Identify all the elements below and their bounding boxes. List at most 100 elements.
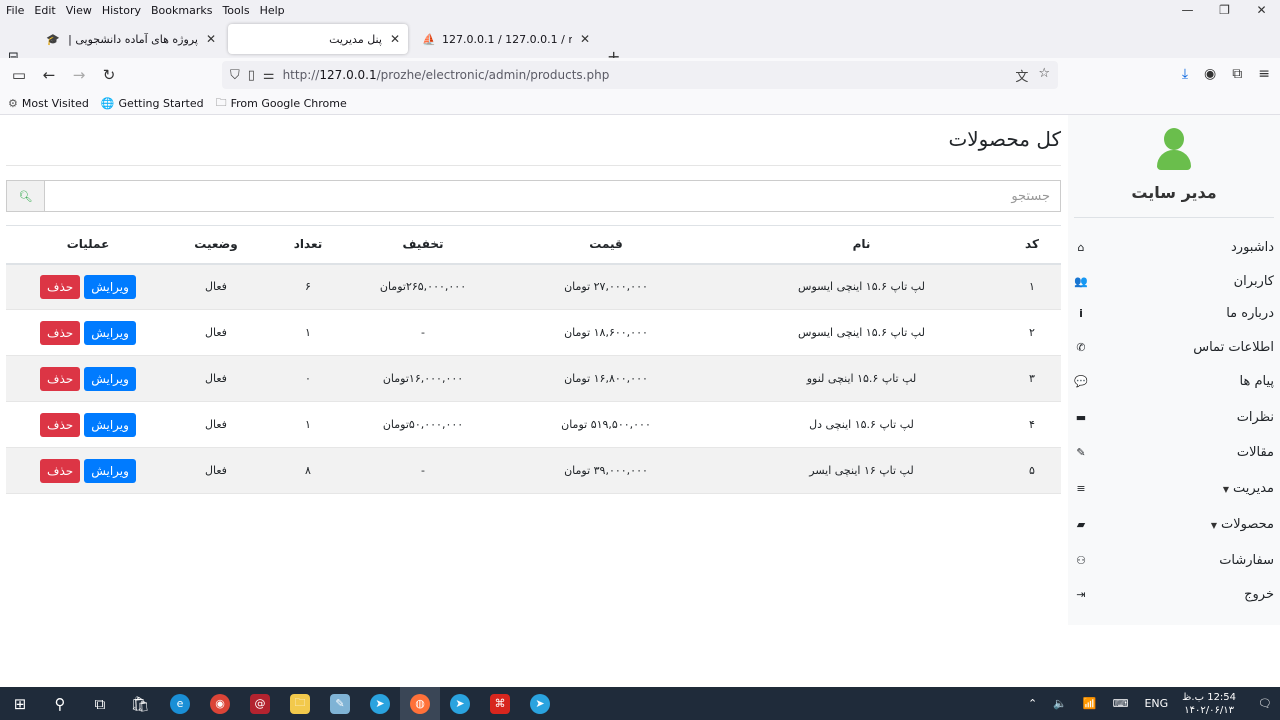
minimize-icon[interactable]: — bbox=[1169, 0, 1206, 20]
tab-projects[interactable]: 🎓 پروژه های آماده دانشجویی | دانلو ✕ bbox=[38, 24, 224, 54]
search-input[interactable] bbox=[45, 180, 1061, 212]
back-icon[interactable]: ← bbox=[34, 66, 64, 84]
nav-bar: ▭ ← → ↻ ⛉ ▯ ⚌ http://127.0.0.1/prozhe/el… bbox=[0, 58, 1280, 92]
search-button[interactable]: 🔍︎ bbox=[6, 180, 45, 212]
edit-button[interactable]: ویرایش bbox=[84, 366, 136, 391]
status-badge: فعال bbox=[170, 263, 262, 310]
restore-icon[interactable]: ❐ bbox=[1206, 0, 1243, 20]
page-icon: ▯ bbox=[247, 67, 255, 83]
extensions-icon[interactable]: ⧉ bbox=[1232, 66, 1242, 82]
star-icon[interactable]: ☆ bbox=[1038, 66, 1050, 85]
file-explorer-icon[interactable]: 🗀 bbox=[280, 687, 320, 720]
sidebar-item-logout[interactable]: خروج ⇥ bbox=[1074, 581, 1274, 607]
home-icon: ⌂ bbox=[1077, 240, 1085, 254]
bookmark-label: From Google Chrome bbox=[230, 96, 347, 110]
notepad-icon[interactable]: ✎ bbox=[320, 687, 360, 720]
delete-button[interactable]: حذف bbox=[40, 412, 81, 437]
bookmark-getting-started[interactable]: 🌐 Getting Started bbox=[101, 97, 204, 110]
cell-actions: ویرایشحذف bbox=[6, 263, 170, 310]
close-tab-icon[interactable]: ✕ bbox=[580, 32, 590, 46]
chevron-up-icon[interactable]: ⌃ bbox=[1028, 697, 1037, 710]
permissions-icon[interactable]: ⚌ bbox=[263, 68, 275, 83]
close-icon[interactable]: ✕ bbox=[1243, 0, 1280, 20]
clock[interactable]: 12:54 ب.ظ ۱۴۰۲/۰۶/۱۳ bbox=[1182, 691, 1236, 717]
cell-discount: ۱۶,۰۰۰,۰۰۰تومان bbox=[354, 355, 492, 402]
sidebar-item-messages[interactable]: پیام ها 💬 bbox=[1074, 368, 1274, 394]
notification-icon[interactable]: 🗨 bbox=[1258, 697, 1272, 710]
telegram-icon[interactable]: ➤ bbox=[440, 687, 480, 720]
sidebar-toggle-icon[interactable]: ▭ bbox=[4, 66, 34, 84]
edge-icon[interactable]: e bbox=[160, 687, 200, 720]
telegram-icon[interactable]: ➤ bbox=[360, 687, 400, 720]
sidebar-item-articles[interactable]: مقالات ✎ bbox=[1074, 439, 1274, 465]
menu-bookmarks[interactable]: Bookmarks bbox=[147, 4, 216, 17]
language-indicator[interactable]: ENG bbox=[1144, 697, 1168, 710]
keyboard-icon[interactable]: ⌨ bbox=[1113, 697, 1129, 710]
sidebar-item-about[interactable]: درباره ما i bbox=[1074, 300, 1274, 326]
delete-button[interactable]: حذف bbox=[40, 366, 81, 391]
menu-edit[interactable]: Edit bbox=[30, 4, 59, 17]
menu-history[interactable]: History bbox=[98, 4, 145, 17]
wifi-icon[interactable]: 📶 bbox=[1083, 697, 1097, 710]
search-icon[interactable]: ⚲ bbox=[40, 687, 80, 720]
menu-bar: File Edit View History Bookmarks Tools H… bbox=[0, 0, 1280, 20]
sidebar-item-dashboard[interactable]: داشبورد ⌂ bbox=[1074, 234, 1275, 260]
windows-start-icon[interactable]: ⊞ bbox=[0, 687, 40, 720]
cell-actions: ویرایشحذف bbox=[6, 447, 170, 494]
store-icon[interactable]: 🛍 bbox=[120, 687, 160, 720]
cell-qty: ۸ bbox=[262, 447, 354, 494]
sidebar-item-contact[interactable]: اطلاعات تماس ✆ bbox=[1074, 334, 1274, 360]
tab-phpmyadmin[interactable]: ⛵ 127.0.0.1 / 127.0.0.1 / maccesso ✕ bbox=[414, 24, 598, 54]
account-icon[interactable]: ◉ bbox=[1204, 66, 1216, 82]
edit-button[interactable]: ویرایش bbox=[84, 274, 136, 299]
chrome-icon[interactable]: ◉ bbox=[200, 687, 240, 720]
edit-button[interactable]: ویرایش bbox=[84, 458, 136, 483]
forward-icon[interactable]: → bbox=[64, 66, 94, 84]
url-text[interactable]: http://127.0.0.1/prozhe/electronic/admin… bbox=[283, 68, 610, 82]
cell-name: لپ تاپ ۱۵.۶ اینچی لنوو bbox=[720, 355, 1003, 402]
hamburger-menu-icon[interactable]: ≡ bbox=[1258, 66, 1270, 82]
cell-discount: ۵۰,۰۰۰,۰۰۰تومان bbox=[354, 401, 492, 448]
shield-icon[interactable]: ⛉ bbox=[230, 68, 240, 83]
close-tab-icon[interactable]: ✕ bbox=[390, 32, 400, 46]
delete-button[interactable]: حذف bbox=[40, 458, 81, 483]
col-code: کد bbox=[1003, 225, 1061, 265]
speaker-icon[interactable]: 🔈 bbox=[1053, 697, 1067, 710]
menu-file[interactable]: File bbox=[2, 4, 28, 17]
delete-button[interactable]: حذف bbox=[40, 320, 81, 345]
delete-button[interactable]: حذف bbox=[40, 274, 81, 299]
firefox-icon[interactable]: ◍ bbox=[400, 687, 440, 720]
app-icon[interactable]: @ bbox=[240, 687, 280, 720]
cell-qty: ۰ bbox=[262, 355, 354, 402]
sidebar-item-users[interactable]: کاربران 👥 bbox=[1074, 268, 1274, 294]
menu-help[interactable]: Help bbox=[256, 4, 289, 17]
bookmark-most-visited[interactable]: ⚙ Most Visited bbox=[8, 97, 89, 110]
sidebar-item-management[interactable]: مدیریت▼ ≡ bbox=[1074, 475, 1274, 501]
bookmark-from-chrome[interactable]: 🗀 From Google Chrome bbox=[216, 94, 347, 113]
box-icon: ▰ bbox=[1076, 517, 1086, 531]
download-icon[interactable]: ⤓ bbox=[1182, 66, 1188, 82]
col-actions: عملیات bbox=[6, 225, 170, 265]
status-badge: فعال bbox=[170, 401, 262, 448]
edit-button[interactable]: ویرایش bbox=[84, 412, 136, 437]
user-avatar-icon bbox=[1156, 128, 1192, 172]
url-bar[interactable]: ⛉ ▯ ⚌ http://127.0.0.1/prozhe/electronic… bbox=[222, 61, 1058, 89]
sidebar-item-orders[interactable]: سفارشات ⚇ bbox=[1074, 547, 1274, 573]
sidebar-item-comments[interactable]: نظرات ▬ bbox=[1074, 404, 1274, 430]
table-header-row: کد نام قیمت تخفیف تعداد وضعیت عملیات bbox=[6, 225, 1061, 265]
edit-button[interactable]: ویرایش bbox=[84, 320, 136, 345]
col-status: وضعیت bbox=[170, 225, 262, 265]
menu-tools[interactable]: Tools bbox=[218, 4, 253, 17]
tab-admin-panel[interactable]: پنل مدیریت ✕ bbox=[228, 24, 408, 54]
logout-icon: ⇥ bbox=[1076, 587, 1086, 601]
sidebar-item-products[interactable]: محصولات ▼ ▰ bbox=[1074, 511, 1274, 537]
menu-view[interactable]: View bbox=[62, 4, 96, 17]
sidebar: مدیر سایت داشبورد ⌂ کاربران 👥 درباره ما … bbox=[1068, 115, 1280, 625]
telegram-icon[interactable]: ➤ bbox=[520, 687, 560, 720]
close-tab-icon[interactable]: ✕ bbox=[206, 32, 216, 46]
translate-icon[interactable]: 文 bbox=[1015, 66, 1028, 85]
reload-icon[interactable]: ↻ bbox=[94, 66, 124, 84]
acrobat-icon[interactable]: ⌘ bbox=[480, 687, 520, 720]
task-view-icon[interactable]: ⧉ bbox=[80, 687, 120, 720]
caret-down-icon: ▼ bbox=[1210, 520, 1217, 530]
